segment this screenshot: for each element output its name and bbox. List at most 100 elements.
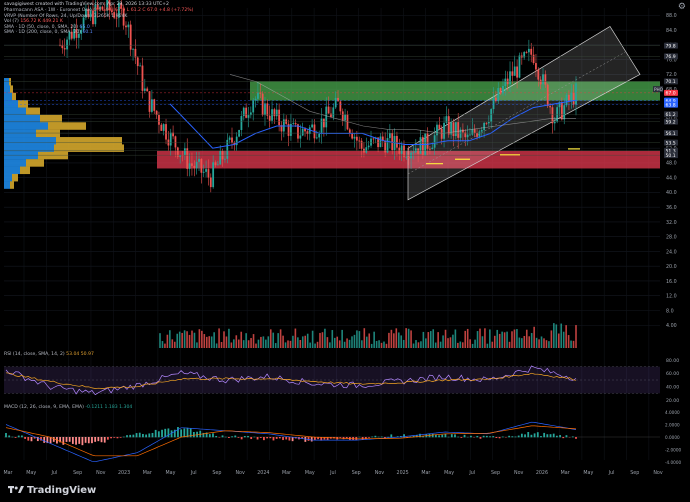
volume-bar bbox=[171, 339, 174, 348]
macd-histogram-bar bbox=[511, 436, 514, 438]
volume-bar bbox=[178, 331, 181, 348]
macd-histogram-bar bbox=[161, 429, 163, 438]
volume-bar bbox=[164, 343, 166, 348]
volume-bar bbox=[397, 332, 400, 348]
vp-down-bar bbox=[36, 129, 60, 138]
trading-chart[interactable]: 88.084.080.076.072.068.064.060.056.052.0… bbox=[0, 0, 690, 502]
candle-body bbox=[245, 107, 248, 118]
candle-body bbox=[539, 79, 542, 85]
volume-bar bbox=[235, 335, 238, 348]
vp-up-bar bbox=[4, 129, 36, 138]
volume-bar bbox=[425, 338, 427, 348]
volume-bar bbox=[570, 340, 572, 348]
macd-histogram-bar bbox=[540, 436, 542, 438]
volume-bar bbox=[380, 342, 383, 348]
volume-bar bbox=[351, 336, 353, 348]
vol-values: 156.72 K 449.21 K bbox=[20, 19, 63, 24]
volume-bar bbox=[412, 343, 415, 348]
volume-bar bbox=[321, 332, 324, 348]
candle-body bbox=[266, 103, 269, 116]
time-tick-label: Jul bbox=[190, 470, 197, 476]
price-badge-label: 76.9 bbox=[666, 54, 676, 60]
macd-histogram-bar bbox=[476, 435, 479, 438]
candle-body bbox=[257, 92, 259, 99]
time-axis[interactable]: Mar May Jul Sep Nov 2023 Mar May Jul Sep Nov 2024 Ma… bbox=[3, 470, 662, 476]
macd-histogram-bar bbox=[272, 437, 275, 441]
vp-down-bar bbox=[20, 166, 30, 175]
tradingview-logo: TradingView bbox=[8, 485, 96, 496]
volume-bar bbox=[215, 343, 218, 348]
candle-body bbox=[191, 163, 193, 166]
volume-bar bbox=[297, 337, 299, 348]
candle-body bbox=[247, 115, 250, 118]
candle-body bbox=[360, 140, 363, 149]
vp-down-bar bbox=[9, 78, 11, 86]
sma200-value: 60.1 bbox=[82, 30, 93, 35]
vp-down-bar bbox=[26, 159, 44, 167]
candle-body bbox=[417, 148, 420, 154]
candle-body bbox=[485, 122, 488, 124]
candle-body bbox=[63, 48, 66, 50]
candle-body bbox=[527, 48, 530, 53]
volume-bar bbox=[572, 340, 575, 348]
candle-body bbox=[436, 124, 438, 136]
volume-bar bbox=[567, 335, 570, 348]
time-tick-label: Mar bbox=[3, 470, 12, 476]
volume-bar bbox=[442, 335, 444, 348]
volume-bar bbox=[444, 329, 447, 348]
macd-histogram-bar bbox=[489, 436, 491, 438]
volume-bar bbox=[210, 336, 213, 348]
vp-up-bar bbox=[4, 85, 10, 93]
volume-bar bbox=[240, 331, 243, 348]
candle-body bbox=[183, 148, 186, 156]
symbol-values: O 61.9 H 67.0 L 61.2 C 67.0 +4.8 (+7.72%… bbox=[93, 8, 194, 13]
macd-histogram-bar bbox=[508, 435, 511, 438]
volume-bar bbox=[385, 343, 388, 348]
candle-body bbox=[320, 118, 323, 134]
candle-body bbox=[292, 123, 295, 124]
candle-body bbox=[502, 86, 504, 94]
volume-bar bbox=[198, 329, 201, 348]
rsi-header[interactable]: RSI (14, close, SMA, 14, 2) 53.04 50.97 bbox=[4, 352, 94, 357]
volume-bar bbox=[245, 333, 247, 348]
candle-body bbox=[414, 148, 417, 153]
time-tick-label: Mar bbox=[282, 470, 291, 476]
sma50-label: SMA · 1D (50, close, 0, SMA, 20) bbox=[4, 24, 79, 30]
volume-bar bbox=[188, 334, 191, 348]
macd-histogram-bar bbox=[447, 436, 450, 438]
candle-body bbox=[268, 115, 271, 121]
macd-histogram-bar bbox=[460, 437, 463, 438]
macd-histogram-bar bbox=[228, 437, 230, 438]
time-tick-label: Jul bbox=[608, 470, 615, 476]
candle-body bbox=[212, 162, 215, 188]
volume-bar bbox=[237, 339, 240, 348]
volume-bar bbox=[390, 329, 393, 348]
candle-body bbox=[452, 122, 455, 137]
time-tick-label: Sep bbox=[212, 470, 221, 476]
settings-gear-icon[interactable]: ⚙ bbox=[678, 2, 686, 12]
vp-up-bar bbox=[4, 122, 48, 130]
candle-body bbox=[209, 177, 212, 188]
volume-bar bbox=[309, 342, 311, 348]
candle-body bbox=[563, 105, 566, 120]
volume-bar bbox=[181, 332, 183, 348]
macd-header[interactable]: MACD (12, 26, close, 9, EMA, EMA) -0.121… bbox=[4, 405, 132, 410]
sma200-row[interactable]: SMA · 1D (200, close, 0, SMA, 20) 60.1 bbox=[4, 30, 93, 35]
candle-body bbox=[487, 121, 490, 124]
candle-body bbox=[365, 147, 368, 153]
volume-bar bbox=[247, 340, 250, 348]
rsi-tick-label: 80.00 bbox=[666, 358, 679, 364]
candle-body bbox=[141, 65, 144, 91]
volume-bar bbox=[405, 328, 407, 348]
volume-bar bbox=[427, 332, 430, 348]
candle-body bbox=[476, 132, 478, 137]
price-badge-label: 53.5 bbox=[666, 140, 676, 146]
candle-body bbox=[537, 69, 540, 80]
price-tick-label: 32.0 bbox=[666, 220, 677, 226]
volume-bar bbox=[304, 335, 307, 348]
candle-body bbox=[264, 103, 266, 116]
candle-body bbox=[325, 106, 328, 128]
volume-bar bbox=[311, 330, 314, 348]
volume-bar bbox=[363, 328, 366, 348]
volume-bar bbox=[191, 330, 193, 348]
